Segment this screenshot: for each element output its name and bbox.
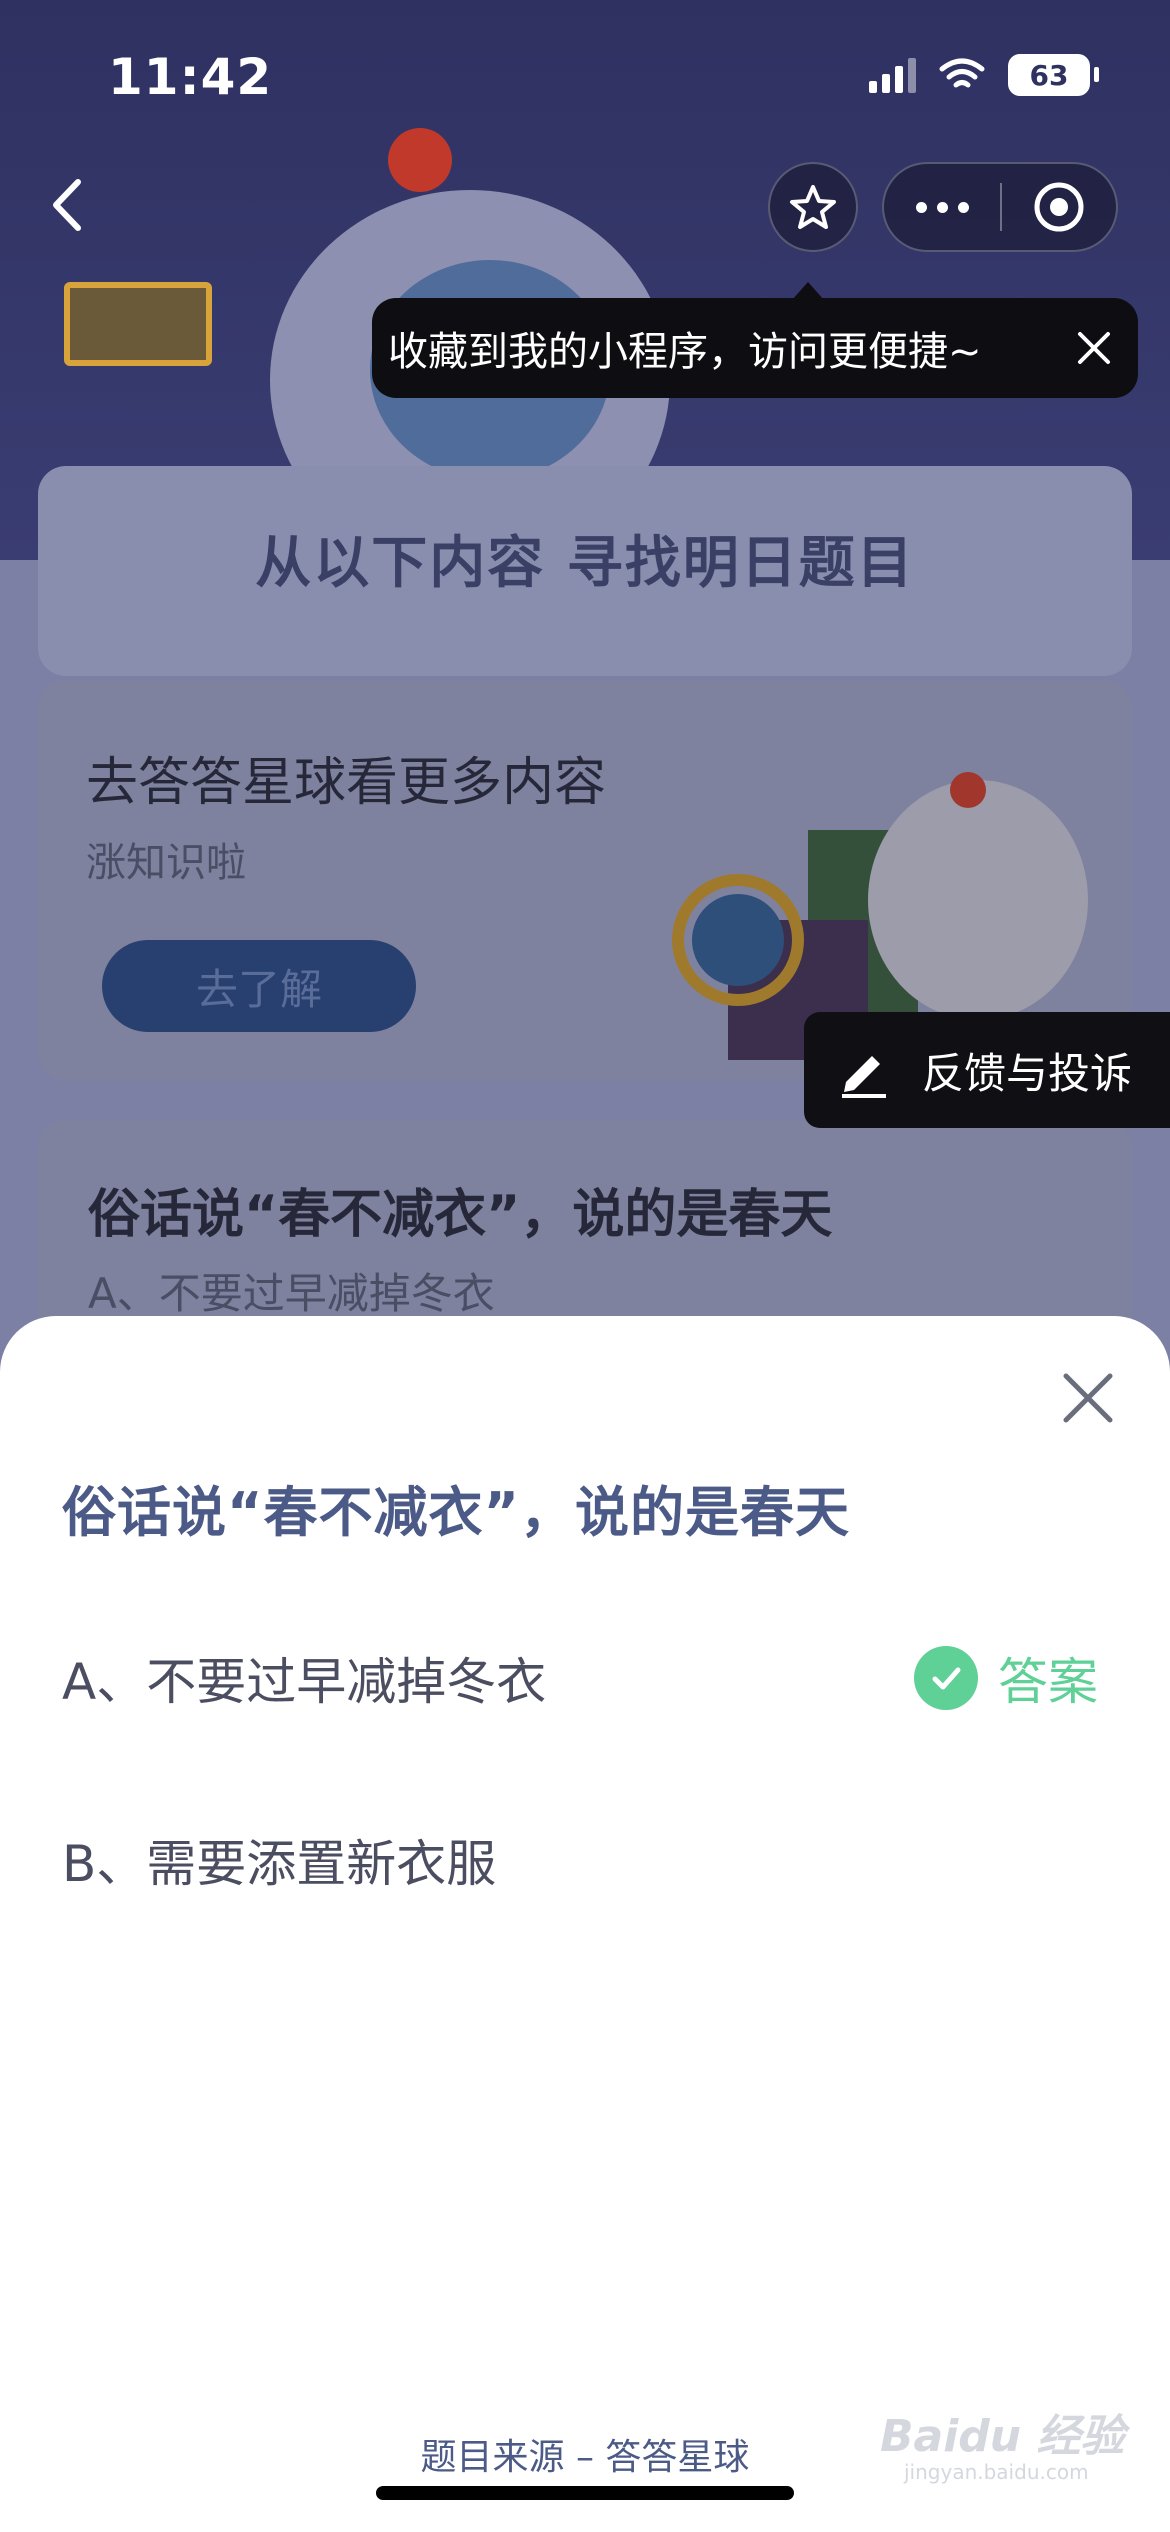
wifi-icon [939,58,985,88]
battery-indicator: 63 [1008,54,1099,96]
more-menu-button[interactable] [884,162,1000,252]
sheet-question-title: 俗话说“春不减衣”，说的是春天 [62,1481,850,1544]
feedback-button[interactable]: 反馈与投诉 [804,1012,1170,1128]
edit-pencil-icon [842,1056,886,1098]
section-title: 从以下内容 寻找明日题目 [255,531,915,596]
section-title-card: 从以下内容 寻找明日题目 [38,466,1132,676]
badge-frame-illustration [64,282,212,366]
feedback-label: 反馈与投诉 [922,1048,1133,1098]
status-icons: 63 [869,54,1099,96]
home-indicator[interactable] [376,2486,794,2500]
status-bar: 11:42 63 [0,0,1170,150]
add-to-favorites-tooltip: 收藏到我的小程序，访问更便捷~ [372,282,1138,398]
baidu-watermark: Baidu 经验 [880,2411,1125,2462]
question-preview-text: 俗话说“春不减衣”，说的是春天 [88,1185,833,1245]
back-arrow-icon[interactable] [40,170,100,240]
answer-badge: 答案 [914,1642,1098,1714]
check-circle-icon [914,1646,978,1710]
question-preview-option: A、不要过早减掉冬衣 [88,1269,495,1318]
promo-subtitle: 涨知识啦 [86,840,246,886]
exit-miniprogram-button[interactable] [1002,162,1116,252]
learn-more-button[interactable]: 去了解 [102,940,416,1032]
option-a[interactable]: A、不要过早减掉冬衣 [62,1642,546,1714]
tooltip-text: 收藏到我的小程序，访问更便捷~ [388,329,982,375]
miniprogram-capsule [882,162,1118,252]
answer-label: 答案 [998,1653,1098,1711]
baidu-watermark-url: jingyan.baidu.com [904,2460,1089,2484]
target-close-icon [1034,182,1084,232]
status-time: 11:42 [108,48,273,106]
favorite-button[interactable] [768,162,858,252]
cellular-signal-icon [869,57,916,93]
star-icon [790,185,836,229]
tooltip-close-icon[interactable] [1072,326,1116,370]
promo-title: 去答答星球看更多内容 [86,753,607,813]
close-icon[interactable] [1056,1366,1120,1430]
option-b[interactable]: B、需要添置新衣服 [62,1824,496,1896]
